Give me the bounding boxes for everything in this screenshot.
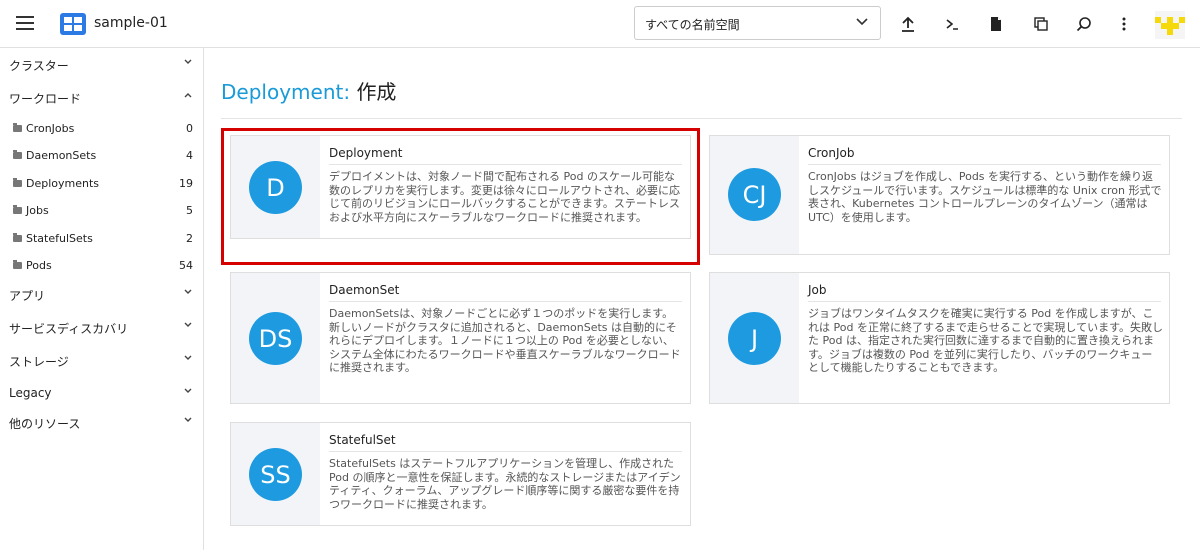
cluster-name[interactable]: sample-01 (94, 15, 168, 31)
terminal-icon[interactable] (940, 12, 964, 36)
sidebar-item-label: StatefulSets (26, 232, 93, 245)
chevron-down-icon (184, 388, 192, 393)
divider (808, 164, 1161, 165)
folder-icon (13, 178, 22, 187)
highlight-box (221, 128, 700, 265)
sidebar-item-deployments[interactable]: Deployments 19 (0, 172, 204, 196)
upload-icon[interactable] (896, 12, 920, 36)
nav-group-label: クラスター (9, 59, 69, 73)
chevron-up-icon (184, 93, 192, 98)
menu-icon[interactable] (16, 16, 34, 30)
job-icon: J (728, 312, 781, 365)
sidebar-item-label: Pods (26, 259, 52, 272)
nav-group-legacy[interactable]: Legacy (0, 379, 204, 407)
page-title-kind: Deployment: (221, 80, 351, 104)
chevron-down-icon (184, 289, 192, 294)
nav-group-workload[interactable]: ワークロード (0, 83, 204, 111)
sidebar-item-cronjobs[interactable]: CronJobs 0 (0, 117, 204, 141)
user-avatar[interactable] (1155, 11, 1185, 39)
sidebar-item-count: 5 (186, 204, 193, 217)
sidebar-item-label: DaemonSets (26, 149, 97, 162)
statefulset-icon: SS (249, 448, 302, 501)
nav-group-label: サービスディスカバリ (9, 322, 129, 336)
card-title: CronJob (808, 146, 855, 160)
sidebar-item-pods[interactable]: Pods 54 (0, 254, 204, 278)
folder-icon (13, 233, 22, 242)
sidebar: クラスター ワークロード CronJobs 0 DaemonSets 4 Dep… (0, 48, 204, 550)
file-icon[interactable] (984, 12, 1008, 36)
sidebar-item-jobs[interactable]: Jobs 5 (0, 199, 204, 223)
divider (329, 451, 682, 452)
card-statefulset[interactable]: SS StatefulSet StatefulSets はステートフルアプリケー… (230, 422, 691, 526)
daemonset-icon: DS (249, 312, 302, 365)
card-description: StatefulSets はステートフルアプリケーションを管理し、作成された P… (329, 457, 681, 511)
sidebar-item-label: CronJobs (26, 122, 75, 135)
chevron-down-icon (856, 18, 868, 26)
card-description: DaemonSetsは、対象ノードごとに必ず１つのポッドを実行します。新しいノー… (329, 307, 681, 374)
folder-icon (13, 205, 22, 214)
card-icon-area: CJ (710, 136, 799, 254)
sidebar-item-statefulsets[interactable]: StatefulSets 2 (0, 227, 204, 251)
card-description: CronJobs はジョブを作成し、Pods を実行する、という動作を繰り返しス… (808, 170, 1162, 224)
top-bar: sample-01 すべての名前空間 (0, 0, 1200, 48)
copy-icon[interactable] (1029, 12, 1053, 36)
card-title: StatefulSet (329, 433, 396, 447)
divider (329, 301, 682, 302)
chevron-down-icon (184, 355, 192, 360)
folder-icon (13, 123, 22, 132)
namespace-select-value: すべての名前空間 (645, 18, 740, 32)
chevron-down-icon (184, 59, 192, 64)
card-icon-area: SS (231, 423, 320, 525)
card-job[interactable]: J Job ジョブはワンタイムタスクを確実に実行する Pod を作成しますが、こ… (709, 272, 1170, 404)
chevron-down-icon (184, 417, 192, 422)
sidebar-item-count: 54 (179, 259, 193, 272)
divider (808, 301, 1161, 302)
sidebar-item-count: 19 (179, 177, 193, 190)
sidebar-item-count: 0 (186, 122, 193, 135)
chevron-down-icon (184, 322, 192, 327)
card-description: ジョブはワンタイムタスクを確実に実行する Pod を作成しますが、これは Pod… (808, 307, 1163, 374)
nav-group-label: 他のリソース (9, 417, 81, 431)
card-cronjob[interactable]: CJ CronJob CronJobs はジョブを作成し、Pods を実行する、… (709, 135, 1170, 255)
card-title: Job (808, 283, 827, 297)
sidebar-item-daemonsets[interactable]: DaemonSets 4 (0, 144, 204, 168)
page-title: Deployment: 作成 (221, 76, 396, 105)
nav-group-label: ワークロード (9, 92, 82, 106)
sidebar-item-count: 2 (186, 232, 193, 245)
cluster-icon[interactable] (60, 12, 86, 36)
nav-group-service-discovery[interactable]: サービスディスカバリ (0, 313, 204, 341)
nav-group-other-resources[interactable]: 他のリソース (0, 408, 204, 436)
nav-group-storage[interactable]: ストレージ (0, 346, 204, 374)
cronjob-icon: CJ (728, 168, 781, 221)
folder-icon (13, 260, 22, 269)
nav-group-label: ストレージ (9, 355, 69, 369)
nav-group-label: アプリ (9, 289, 46, 303)
card-daemonset[interactable]: DS DaemonSet DaemonSetsは、対象ノードごとに必ず１つのポッ… (230, 272, 691, 404)
namespace-select[interactable]: すべての名前空間 (634, 6, 881, 40)
nav-group-cluster[interactable]: クラスター (0, 50, 204, 78)
nav-group-apps[interactable]: アプリ (0, 280, 204, 308)
page-title-action: 作成 (356, 80, 397, 104)
card-icon-area: J (710, 273, 799, 403)
nav-group-label: Legacy (9, 386, 52, 400)
sidebar-item-count: 4 (186, 149, 193, 162)
card-title: DaemonSet (329, 283, 400, 297)
more-icon[interactable] (1112, 12, 1136, 36)
search-icon[interactable] (1072, 12, 1096, 36)
card-icon-area: DS (231, 273, 320, 403)
divider (221, 118, 1182, 119)
sidebar-item-label: Jobs (26, 204, 49, 217)
sidebar-item-label: Deployments (26, 177, 100, 190)
folder-icon (13, 150, 22, 159)
